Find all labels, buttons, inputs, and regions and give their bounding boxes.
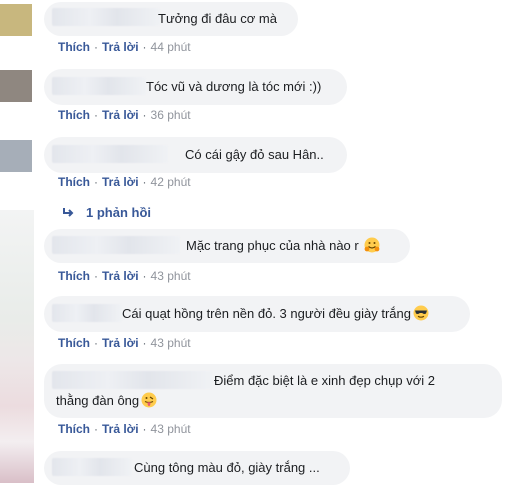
comment-actions: Thích · Trả lời · 43 phút <box>58 268 191 284</box>
comment-text-content: thằng đàn ông <box>56 393 140 408</box>
comment-bubble: Mặc trang phục của nhà nào r <box>44 229 410 263</box>
commenter-name[interactable] <box>52 304 122 322</box>
reply-link[interactable]: Trả lời <box>102 336 139 350</box>
comment-bubble: Có cái gậy đỏ sau Hân.. <box>44 137 347 173</box>
blurred-avatar-column <box>0 210 34 483</box>
comment-text-line-2: thằng đàn ông <box>56 392 157 410</box>
comment-text-content: Mặc trang phục của nhà nào r <box>186 238 359 253</box>
comment-bubble: Cùng tông màu đỏ, giày trắng ... <box>44 451 350 485</box>
comment-text: Cùng tông màu đỏ, giày trắng ... <box>134 460 320 475</box>
reply-count: 1 phản hồi <box>86 205 151 220</box>
timestamp[interactable]: 44 phút <box>151 40 191 54</box>
separator-dot: · <box>94 40 98 54</box>
reply-link[interactable]: Trả lời <box>102 175 139 189</box>
separator-dot: · <box>94 336 98 350</box>
commenter-name[interactable] <box>52 236 180 254</box>
separator-dot: · <box>142 336 147 350</box>
separator-dot: · <box>94 269 98 283</box>
comment-text: Mặc trang phục của nhà nào r <box>186 237 380 255</box>
tongue-face-emoji <box>141 392 157 408</box>
commenter-name[interactable] <box>52 8 160 26</box>
sunglasses-face-emoji <box>413 305 429 321</box>
separator-dot: · <box>142 40 147 54</box>
avatar[interactable] <box>0 140 32 172</box>
comment-actions: Thích · Trả lời · 44 phút <box>58 39 191 55</box>
commenter-name[interactable] <box>52 77 146 95</box>
separator-dot: · <box>94 175 98 189</box>
timestamp[interactable]: 43 phút <box>151 336 191 350</box>
commenter-name[interactable] <box>52 145 168 163</box>
separator-dot: · <box>142 422 147 436</box>
avatar[interactable] <box>0 4 32 36</box>
comment-bubble: Tưởng đi đâu cơ mà <box>44 2 298 36</box>
timestamp[interactable]: 43 phút <box>151 269 191 283</box>
separator-dot: · <box>142 175 147 189</box>
reply-link[interactable]: Trả lời <box>102 422 139 436</box>
like-link[interactable]: Thích <box>58 269 90 283</box>
comment-bubble: Cái quạt hồng trên nền đỏ. 3 người đều g… <box>44 296 470 332</box>
reply-arrow-icon <box>63 208 74 217</box>
comment-actions: Thích · Trả lời · 43 phút <box>58 335 191 351</box>
timestamp[interactable]: 42 phút <box>151 175 191 189</box>
comment-actions: Thích · Trả lời · 43 phút <box>58 421 191 437</box>
comment-bubble: Điểm đặc biệt là e xinh đẹp chụp với 2 t… <box>44 364 502 418</box>
reply-link[interactable]: Trả lời <box>102 40 139 54</box>
comment-actions: Thích · Trả lời · 42 phút <box>58 174 191 190</box>
like-link[interactable]: Thích <box>58 336 90 350</box>
commenter-name[interactable] <box>52 458 132 476</box>
like-link[interactable]: Thích <box>58 40 90 54</box>
comment-text: Tưởng đi đâu cơ mà <box>158 11 277 26</box>
comment-text: Tóc vũ và dương là tóc mới :)) <box>146 79 322 94</box>
comment-text: Cái quạt hồng trên nền đỏ. 3 người đều g… <box>122 305 429 323</box>
commenter-name[interactable] <box>52 371 212 389</box>
view-replies-link[interactable]: 1 phản hồi <box>62 204 151 222</box>
like-link[interactable]: Thích <box>58 108 90 122</box>
comment-bubble: Tóc vũ và dương là tóc mới :)) <box>44 69 347 105</box>
separator-dot: · <box>94 108 98 122</box>
comment-actions: Thích · Trả lời · 36 phút <box>58 107 191 123</box>
timestamp[interactable]: 36 phút <box>151 108 191 122</box>
separator-dot: · <box>142 269 147 283</box>
comment-text-line-1: Điểm đặc biệt là e xinh đẹp chụp với 2 <box>214 373 435 388</box>
comment-text-content: Cái quạt hồng trên nền đỏ. 3 người đều g… <box>122 306 411 321</box>
avatar[interactable] <box>0 70 32 102</box>
reply-link[interactable]: Trả lời <box>102 108 139 122</box>
like-link[interactable]: Thích <box>58 422 90 436</box>
separator-dot: · <box>142 108 147 122</box>
separator-dot: · <box>94 422 98 436</box>
timestamp[interactable]: 43 phút <box>151 422 191 436</box>
hugging-face-emoji <box>364 237 380 253</box>
like-link[interactable]: Thích <box>58 175 90 189</box>
reply-link[interactable]: Trả lời <box>102 269 139 283</box>
comment-text: Có cái gậy đỏ sau Hân.. <box>185 147 324 162</box>
